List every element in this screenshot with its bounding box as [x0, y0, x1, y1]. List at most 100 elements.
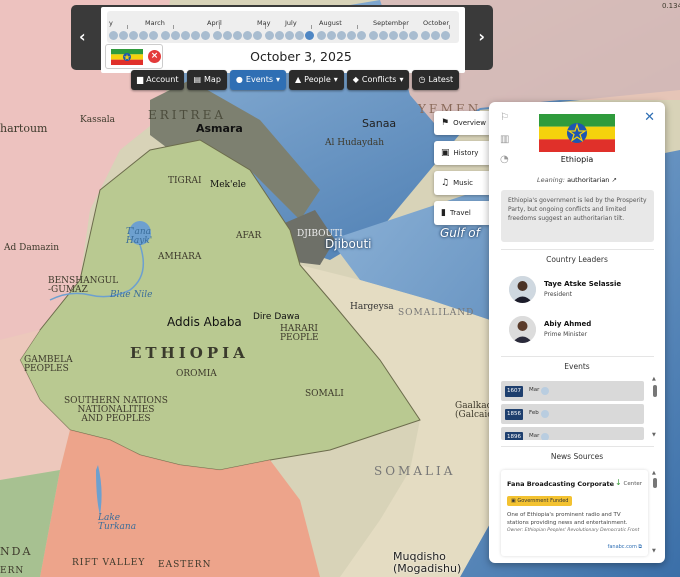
timeline-month: October: [423, 19, 450, 27]
scroll-up-icon[interactable]: ▲: [652, 470, 656, 476]
tab-label: Travel: [449, 209, 471, 217]
map-label-tana: T'ana Hayk': [126, 227, 153, 246]
timeline-day[interactable]: [441, 31, 450, 40]
timeline-day[interactable]: [295, 31, 304, 40]
event-marker-icon: [541, 433, 549, 440]
timeline-day[interactable]: [347, 31, 356, 40]
arrow-down-icon: ↓: [615, 478, 622, 487]
map-label-addis-ababa: Addis Ababa: [167, 315, 242, 329]
timeline-month: August: [319, 19, 342, 27]
leader-name: Abiy Ahmed: [544, 320, 592, 328]
timeline-day[interactable]: [275, 31, 284, 40]
timeline-day[interactable]: [253, 31, 262, 40]
book-icon: ▣: [441, 148, 450, 158]
lean-label: Center: [623, 481, 642, 487]
country-name: Ethiopia: [560, 155, 594, 164]
timeline-day[interactable]: [389, 31, 398, 40]
chevron-down-icon: ▾: [399, 75, 404, 84]
timeline-day[interactable]: [431, 31, 440, 40]
tab-history[interactable]: ▣ History: [434, 141, 490, 165]
nav-label: Map: [204, 75, 221, 84]
nav-conflicts-button[interactable]: ◆ Conflicts ▾: [346, 70, 410, 90]
leader-card[interactable]: Abiy Ahmed Prime Minister: [509, 316, 659, 348]
timeline-day[interactable]: [399, 31, 408, 40]
event-year: 1856: [505, 409, 523, 420]
chat-icon: ●: [235, 75, 243, 84]
leaning-label: Leaning:: [537, 176, 565, 184]
news-source-lean: ↓ Center: [615, 478, 642, 487]
news-source-card[interactable]: Fana Broadcasting Corporate ↓ Center ▣ G…: [501, 470, 648, 556]
timeline-day[interactable]: [285, 31, 294, 40]
nav-account-button[interactable]: ▆ Account: [131, 70, 185, 90]
tab-overview[interactable]: ⚑ Overview: [434, 111, 490, 135]
nav-events-button[interactable]: ● Events ▾: [229, 70, 287, 90]
nav-latest-button[interactable]: ◷ Latest: [412, 70, 460, 90]
timeline-day[interactable]: [181, 31, 190, 40]
leaning-value: authoritarian: [567, 176, 610, 184]
event-row[interactable]: 1607 Mar: [501, 381, 644, 401]
map-label-amhara: AMHARA: [158, 252, 202, 262]
event-row[interactable]: 1856 Feb: [501, 404, 644, 424]
nav-map-button[interactable]: ▤ Map: [187, 70, 227, 90]
timeline-day[interactable]: [421, 31, 430, 40]
close-icon[interactable]: ✕: [644, 110, 655, 125]
timeline-day[interactable]: [161, 31, 170, 40]
scroll-down-icon[interactable]: ▼: [652, 432, 656, 438]
news-source-link[interactable]: fanabc.com ⧉: [608, 544, 642, 550]
map-label-hargeysa: Hargeysa: [350, 302, 394, 312]
timeline-prev-button[interactable]: ‹: [79, 27, 86, 46]
scroll-thumb[interactable]: [653, 478, 657, 488]
map-label-nda: NDA: [0, 545, 33, 558]
selected-country-chip[interactable]: ×: [105, 44, 163, 69]
timeline-day[interactable]: [337, 31, 346, 40]
timeline-day[interactable]: [191, 31, 200, 40]
tab-music[interactable]: ♫ Music: [434, 171, 490, 195]
timeline-day[interactable]: [243, 31, 252, 40]
timeline-day[interactable]: [357, 31, 366, 40]
map-label-turkana: Lake Turkana: [98, 513, 137, 532]
timeline-next-button[interactable]: ›: [478, 27, 485, 46]
timeline-day[interactable]: [327, 31, 336, 40]
map-coordinate: 0.134: [662, 2, 680, 10]
map-label-gulf: Gulf of: [440, 226, 480, 240]
map-label-sanaa: Sanaa: [362, 117, 397, 130]
tab-travel[interactable]: ▮ Travel: [434, 201, 490, 225]
flag-outline-icon[interactable]: ⚐: [500, 112, 509, 123]
person-icon: ▲: [295, 75, 302, 84]
timeline-day[interactable]: [171, 31, 180, 40]
timeline-day[interactable]: [139, 31, 148, 40]
timeline-day[interactable]: [119, 31, 128, 40]
timeline-day[interactable]: [149, 31, 158, 40]
leader-avatar: [509, 276, 536, 303]
timeline-day[interactable]: [265, 31, 274, 40]
news-scrollbar[interactable]: ▲ ▼: [652, 470, 657, 556]
user-card-icon: ▆: [137, 75, 144, 84]
timeline-day[interactable]: [201, 31, 210, 40]
scroll-up-icon[interactable]: ▲: [652, 376, 656, 382]
timeline-day[interactable]: [223, 31, 232, 40]
leader-card[interactable]: Taye Atske Selassie President: [509, 276, 659, 308]
nav-people-button[interactable]: ▲ People ▾: [289, 70, 344, 90]
events-scrollbar[interactable]: ▲ ▼: [652, 376, 657, 440]
book-outline-icon[interactable]: ▥: [500, 134, 509, 145]
scroll-down-icon[interactable]: ▼: [652, 548, 656, 554]
external-link-icon: ⧉: [638, 544, 642, 550]
event-row[interactable]: 1896 Mar: [501, 427, 644, 440]
timeline-day[interactable]: [233, 31, 242, 40]
timeline-day[interactable]: [369, 31, 378, 40]
leader-avatar: [509, 316, 536, 343]
timeline-day[interactable]: [213, 31, 222, 40]
map-label-muqdisho: Muqdisho (Mogadishu): [393, 550, 462, 575]
timeline-day[interactable]: [305, 31, 314, 40]
event-month: Mar: [529, 433, 540, 439]
timeline-day[interactable]: [317, 31, 326, 40]
main-nav: ▆ Account ▤ Map ● Events ▾ ▲ People ▾ ◆ Conflic…: [131, 70, 460, 90]
timeline-day[interactable]: [379, 31, 388, 40]
clear-country-icon[interactable]: ×: [148, 50, 161, 63]
country-flag-image: [539, 114, 615, 152]
scroll-thumb[interactable]: [653, 385, 657, 397]
timeline-strip[interactable]: y March April May July August September …: [107, 11, 459, 43]
timeline-day[interactable]: [129, 31, 138, 40]
timeline-day[interactable]: [409, 31, 418, 40]
timeline-day[interactable]: [109, 31, 118, 40]
